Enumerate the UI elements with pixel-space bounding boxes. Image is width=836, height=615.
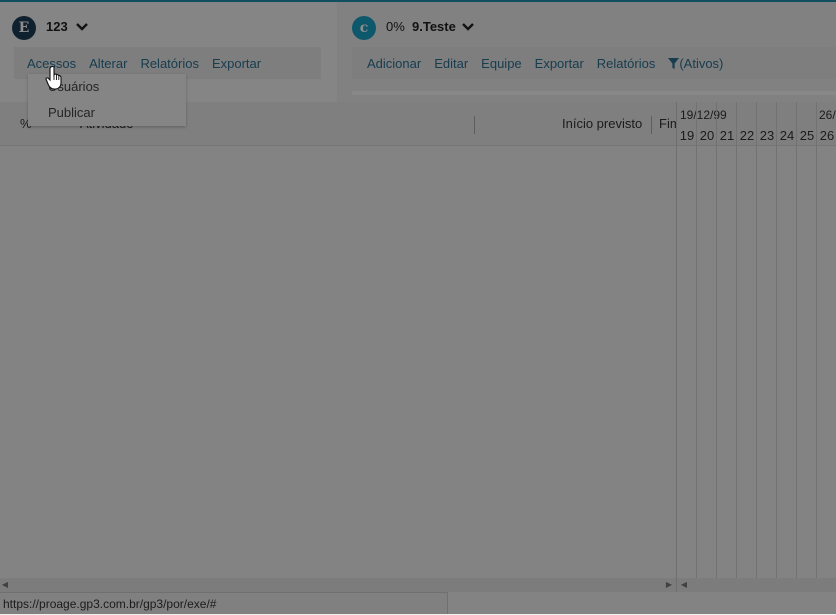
gantt-horizontal-scrollbar[interactable]: ◀ [677,578,836,592]
gantt-day-line [776,102,777,578]
project-progress: 0% [386,19,405,34]
filter-button[interactable]: (Ativos) [668,56,723,71]
column-separator[interactable] [474,116,475,134]
menu-exportar[interactable]: Exportar [535,56,584,71]
grid-body[interactable] [0,146,676,578]
grid-gantt-splitter[interactable] [676,102,677,592]
menu-editar[interactable]: Editar [434,56,468,71]
grid-horizontal-scrollbar[interactable]: ◀ ▶ [0,578,676,592]
scroll-left-icon[interactable]: ◀ [679,578,689,592]
menu-alterar[interactable]: Alterar [89,56,127,71]
gantt-day: 24 [779,128,795,143]
scroll-left-icon[interactable]: ◀ [0,578,10,592]
toolbar-underbar [352,91,836,95]
gantt-week-date: 26/ [819,108,836,122]
gantt-day: 25 [799,128,815,143]
project-title[interactable]: 9.Teste [412,19,456,34]
project-logo-icon: E [12,16,36,40]
column-separator[interactable] [651,116,652,134]
project-logo-icon: c [352,16,376,40]
menu-equipe[interactable]: Equipe [481,56,521,71]
gantt-day-line [736,102,737,578]
chevron-down-icon[interactable] [75,20,89,34]
gantt-day-line [696,102,697,578]
gantt-day: 20 [699,128,715,143]
gantt-day: 23 [759,128,775,143]
filter-label: (Ativos) [679,55,724,71]
dropdown-item-publicar[interactable]: Publicar [28,100,186,126]
status-bar-url: https://proage.gp3.com.br/gp3/por/exe/# [0,592,448,614]
gantt-day: 26 [819,128,835,143]
right-menu-bar: Adicionar Editar Equipe Exportar Relatór… [352,47,836,79]
filter-icon [668,57,680,69]
gantt-day-line [816,102,817,578]
gantt-day-line [756,102,757,578]
column-inicio-previsto[interactable]: Início previsto [562,116,642,131]
menu-adicionar[interactable]: Adicionar [367,56,421,71]
menu-relatorios[interactable]: Relatórios [597,56,656,71]
hand-cursor-icon [45,66,62,90]
gantt-day: 19 [679,128,695,143]
gantt-day: 21 [719,128,735,143]
gantt-week-date: 19/12/99 [680,108,727,122]
gantt-day: 22 [739,128,755,143]
menu-relatorios[interactable]: Relatórios [140,56,199,71]
scroll-right-icon[interactable]: ▶ [664,578,674,592]
gantt-day-line [716,102,717,578]
project-title[interactable]: 123 [46,19,68,34]
chevron-down-icon[interactable] [461,20,475,34]
menu-exportar[interactable]: Exportar [212,56,261,71]
gantt-day-line [796,102,797,578]
